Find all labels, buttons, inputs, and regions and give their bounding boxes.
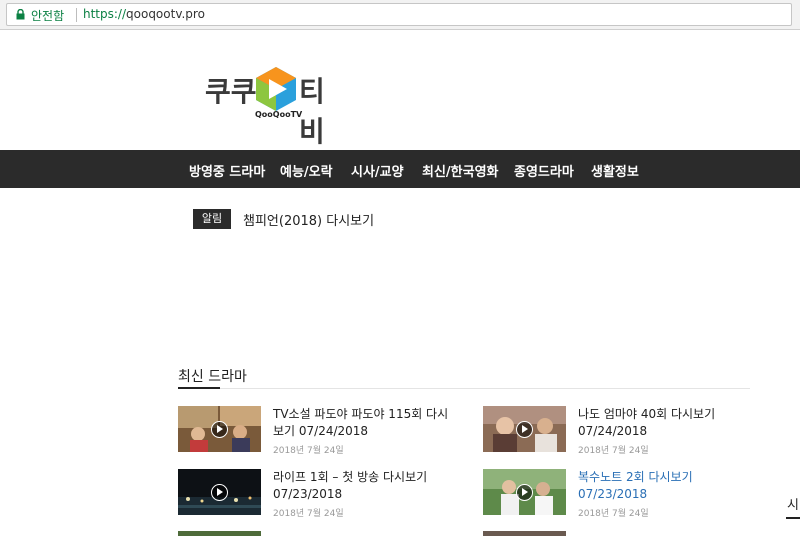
post-date: 2018년 7월 24일 xyxy=(578,509,649,519)
sidebar-title-partial: 시 xyxy=(787,498,799,513)
nav-item-movies[interactable]: 최신/한국영화 xyxy=(422,161,499,180)
browser-toolbar: 안전함 https://qooqootv.pro xyxy=(0,0,800,30)
nav-item-airing-drama[interactable]: 방영중 드라마 xyxy=(189,161,265,180)
post-thumbnail[interactable] xyxy=(178,469,261,515)
section-title-underline xyxy=(178,387,220,389)
post-thumbnail[interactable] xyxy=(483,406,566,452)
notice-badge: 알림 xyxy=(193,209,231,229)
post-date: 2018년 7월 24일 xyxy=(273,446,344,456)
site-logo[interactable]: 쿠쿠 티비 QooQooTV xyxy=(205,64,350,148)
nav-item-ended-drama[interactable]: 종영드라마 xyxy=(514,161,574,180)
nav-item-entertainment[interactable]: 예능/오락 xyxy=(280,161,333,180)
logo-subtitle: QooQooTV xyxy=(255,110,303,119)
section-divider xyxy=(178,388,750,389)
url-text[interactable]: https://qooqootv.pro xyxy=(83,7,205,21)
secure-label: 안전함 xyxy=(31,9,65,23)
section-title: 최신 드라마 xyxy=(178,369,247,385)
post-item: 나도 엄마야 40회 다시보기 07/24/2018 2018년 7월 24일 xyxy=(483,406,773,462)
post-thumbnail-partial xyxy=(483,531,566,536)
post-title[interactable]: 복수노트 2회 다시보기 07/23/2018 xyxy=(578,469,758,503)
play-icon xyxy=(211,484,228,501)
post-title[interactable]: 나도 엄마야 40회 다시보기 07/24/2018 xyxy=(578,406,758,440)
logo-play-icon xyxy=(256,67,296,111)
play-icon xyxy=(516,484,533,501)
logo-text-left: 쿠쿠 xyxy=(205,75,257,108)
address-separator xyxy=(76,8,77,22)
post-item: TV소설 파도야 파도야 115회 다시보기 07/24/2018 2018년 … xyxy=(178,406,468,462)
url-host: qooqootv.pro xyxy=(126,7,205,21)
play-icon xyxy=(211,421,228,438)
notice-link[interactable]: 챔피언(2018) 다시보기 xyxy=(243,210,374,229)
post-title[interactable]: 라이프 1회 – 첫 방송 다시보기 07/23/2018 xyxy=(273,469,453,503)
post-thumbnail[interactable] xyxy=(178,406,261,452)
url-scheme: https:// xyxy=(83,7,127,21)
main-nav: 방영중 드라마 예능/오락 시사/교양 최신/한국영화 종영드라마 생활정보 xyxy=(0,150,800,188)
post-thumbnail[interactable] xyxy=(483,469,566,515)
nav-item-current-affairs[interactable]: 시사/교양 xyxy=(351,161,404,180)
post-item: 라이프 1회 – 첫 방송 다시보기 07/23/2018 2018년 7월 2… xyxy=(178,469,468,525)
nav-item-living-info[interactable]: 생활정보 xyxy=(591,161,639,180)
post-date: 2018년 7월 24일 xyxy=(273,509,344,519)
post-item: 복수노트 2회 다시보기 07/23/2018 2018년 7월 24일 xyxy=(483,469,773,525)
logo-text-right: 티비 xyxy=(299,75,325,148)
sidebar-title-underline xyxy=(786,517,800,519)
post-title[interactable]: TV소설 파도야 파도야 115회 다시보기 07/24/2018 xyxy=(273,406,453,440)
post-thumbnail-partial xyxy=(178,531,261,536)
lock-icon xyxy=(16,9,25,20)
play-icon xyxy=(516,421,533,438)
address-bar[interactable]: 안전함 https://qooqootv.pro xyxy=(6,3,792,26)
post-date: 2018년 7월 24일 xyxy=(578,446,649,456)
